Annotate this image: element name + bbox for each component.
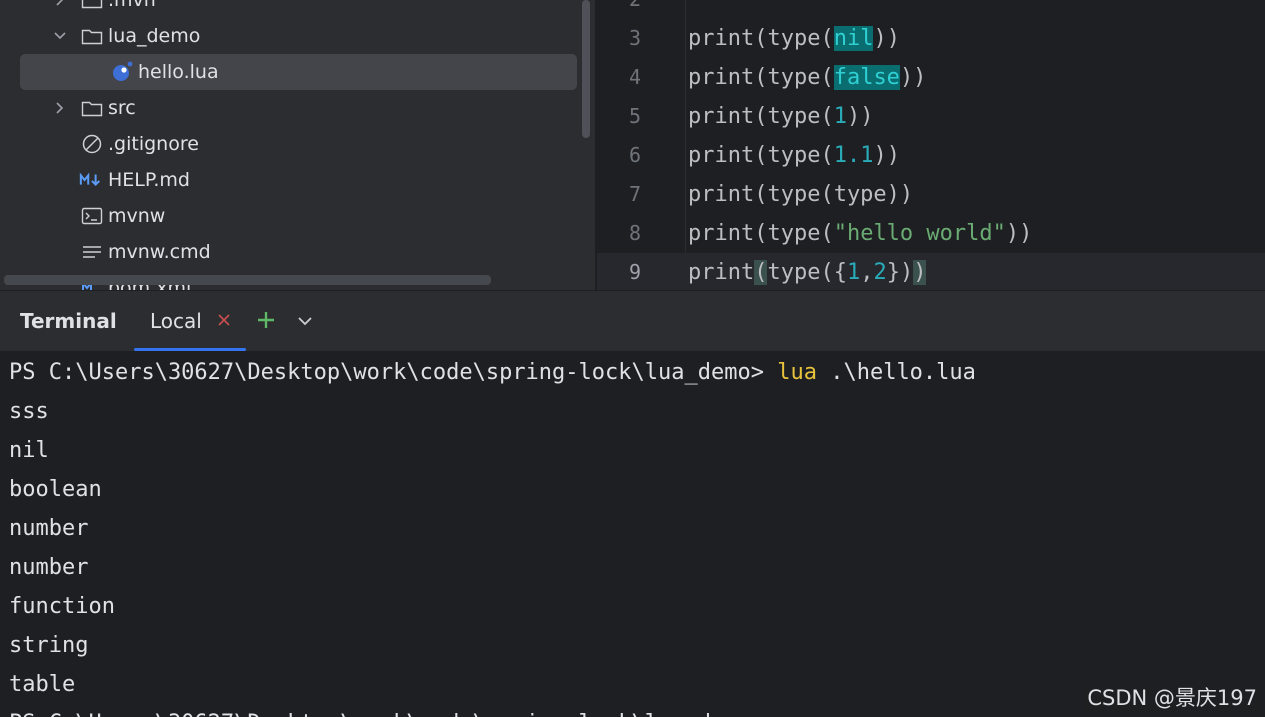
chevron-down-icon[interactable] xyxy=(52,28,68,44)
folder-icon xyxy=(81,101,103,117)
tree-item-src[interactable]: src xyxy=(0,90,580,126)
chevron-right-icon[interactable] xyxy=(52,100,68,116)
terminal-prompt: PS C:\Users\30627\Desktop\work\code\spri… xyxy=(9,360,778,385)
line-number: 2 xyxy=(597,0,641,19)
tree-item-hello-lua[interactable]: hello.lua xyxy=(0,54,580,90)
line-number: 6 xyxy=(628,143,641,167)
terminal-command: lua xyxy=(777,360,817,385)
terminal-output-line: number xyxy=(9,555,89,580)
line-number: 3 xyxy=(628,26,641,50)
tree-item-label: mvnw.cmd xyxy=(108,241,211,263)
tree-item-gitignore[interactable]: .gitignore xyxy=(0,126,580,162)
project-tree: .mvn lua_demo hello.lua src .gitignore H… xyxy=(0,0,595,290)
terminal-toolbar: Terminal Local xyxy=(0,290,1265,351)
terminal-output-line: boolean xyxy=(9,477,102,502)
terminal-output-line: nil xyxy=(9,438,49,463)
watermark: CSDN @景庆197 xyxy=(1085,682,1259,712)
code-line[interactable]: 8 print(type("hello world")) xyxy=(597,214,1265,253)
tree-item-help-md[interactable]: HELP.md xyxy=(0,162,580,198)
tree-item-label: .gitignore xyxy=(108,133,199,155)
code-line[interactable]: 2 xyxy=(597,0,1265,19)
code-text: print(type(false)) xyxy=(688,65,927,90)
tree-item-label: src xyxy=(108,97,136,119)
terminal-output-line: sss xyxy=(9,399,49,424)
code-text: print(type(1.1)) xyxy=(688,143,900,168)
code-line[interactable]: 6 print(type(1.1)) xyxy=(597,136,1265,175)
terminal-output-line: table xyxy=(9,672,76,697)
terminal-output-line: function xyxy=(9,594,115,619)
tree-item-mvnw[interactable]: mvnw xyxy=(0,198,580,234)
plus-icon[interactable] xyxy=(255,309,277,331)
tree-item-mvnw-cmd[interactable]: mvnw.cmd xyxy=(0,234,580,270)
tree-item-label: hello.lua xyxy=(138,61,219,83)
tree-item-label: mvnw xyxy=(108,205,166,227)
ignore-file-icon xyxy=(82,134,102,154)
horizontal-scrollbar[interactable] xyxy=(4,275,491,285)
tree-item-label: HELP.md xyxy=(108,169,190,191)
text-file-icon xyxy=(83,246,101,258)
tab-local[interactable]: Local xyxy=(134,291,246,351)
close-icon[interactable] xyxy=(216,312,232,328)
tree-item-label: lua_demo xyxy=(108,25,201,47)
code-text: print(type({1,2})) xyxy=(688,260,927,285)
code-line[interactable]: 5 print(type(1)) xyxy=(597,97,1265,136)
tree-item-mvn[interactable]: .mvn xyxy=(0,0,580,18)
terminal-next-prompt: PS C:\Users\30627\Desktop\work\code\spri… xyxy=(9,704,764,717)
folder-icon xyxy=(81,29,103,45)
terminal-title: Terminal xyxy=(20,309,117,333)
shell-script-icon xyxy=(81,207,103,225)
code-text: print(type("hello world")) xyxy=(688,221,1033,246)
tree-item-lua-demo[interactable]: lua_demo xyxy=(0,18,580,54)
chevron-right-icon[interactable] xyxy=(52,0,68,8)
tab-label: Local xyxy=(150,309,202,333)
terminal-output-line: number xyxy=(9,516,89,541)
code-text: print(type(1)) xyxy=(688,104,874,129)
code-line[interactable]: 3 print(type(nil)) xyxy=(597,19,1265,58)
terminal-output-line: string xyxy=(9,633,89,658)
terminal-output[interactable]: PS C:\Users\30627\Desktop\work\code\spri… xyxy=(0,351,1265,717)
code-text: print(type(type)) xyxy=(688,182,914,207)
tree-item-label: .mvn xyxy=(108,0,156,11)
code-line[interactable]: 4 print(type(false)) xyxy=(597,58,1265,97)
terminal-command-line: PS C:\Users\30627\Desktop\work\code\spri… xyxy=(9,353,976,392)
terminal-command-args: .\hello.lua xyxy=(816,360,976,385)
markdown-file-icon xyxy=(79,172,101,187)
code-line[interactable]: 7 print(type(type)) xyxy=(597,175,1265,214)
code-text: print(type(nil)) xyxy=(688,26,900,51)
line-number: 4 xyxy=(628,65,641,89)
line-number: 7 xyxy=(628,182,641,206)
code-line-current[interactable]: 9 print(type({1,2})) xyxy=(597,253,1265,290)
line-number: 8 xyxy=(628,221,641,245)
vertical-scrollbar[interactable] xyxy=(582,0,590,138)
line-number: 5 xyxy=(628,104,641,128)
chevron-down-icon[interactable] xyxy=(295,311,315,331)
code-editor[interactable]: 2 3 print(type(nil)) 4 print(type(false)… xyxy=(597,0,1265,290)
lua-file-icon xyxy=(113,61,133,81)
folder-icon xyxy=(81,0,103,9)
line-number: 9 xyxy=(628,260,641,284)
